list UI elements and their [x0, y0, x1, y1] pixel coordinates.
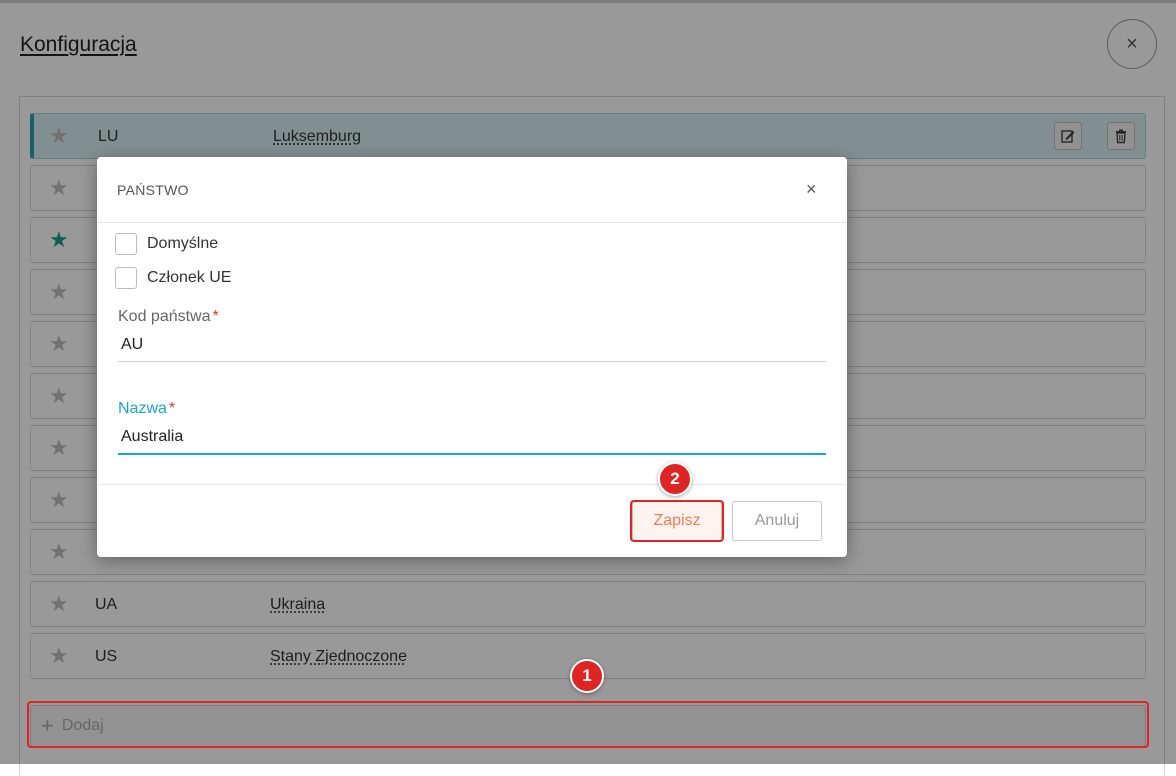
- annotation-badge-1: 1: [570, 659, 604, 693]
- dialog-header: PAŃSTWO ×: [97, 157, 847, 223]
- country-code-underline: [118, 361, 826, 362]
- dialog-close-button[interactable]: ×: [806, 179, 817, 200]
- country-code-label: Kod państwa *: [118, 308, 219, 326]
- required-mark: *: [212, 308, 219, 325]
- country-code-label-text: Kod państwa: [118, 308, 211, 325]
- highlight-add-bar: [27, 701, 1149, 748]
- country-dialog: PAŃSTWO × Domyślne Członek UE Kod państw…: [97, 157, 847, 557]
- eu-member-checkbox-label[interactable]: Członek UE: [147, 269, 231, 287]
- country-name-input[interactable]: Australia: [121, 428, 183, 446]
- default-checkbox-label[interactable]: Domyślne: [147, 235, 218, 253]
- country-code-input[interactable]: AU: [121, 336, 143, 354]
- country-name-label-text: Nazwa: [118, 400, 167, 417]
- dialog-title: PAŃSTWO: [117, 182, 189, 198]
- default-checkbox-row[interactable]: Domyślne: [115, 233, 218, 255]
- required-mark: *: [168, 400, 176, 417]
- dialog-footer-divider: [97, 484, 847, 485]
- default-checkbox[interactable]: [115, 233, 137, 255]
- eu-member-checkbox-row[interactable]: Członek UE: [115, 267, 231, 289]
- eu-member-checkbox[interactable]: [115, 267, 137, 289]
- country-name-underline: [118, 453, 826, 455]
- highlight-save-button: [630, 500, 724, 542]
- annotation-badge-2: 2: [658, 462, 692, 496]
- cancel-button[interactable]: Anuluj: [732, 501, 822, 541]
- country-name-label: Nazwa *: [118, 400, 175, 418]
